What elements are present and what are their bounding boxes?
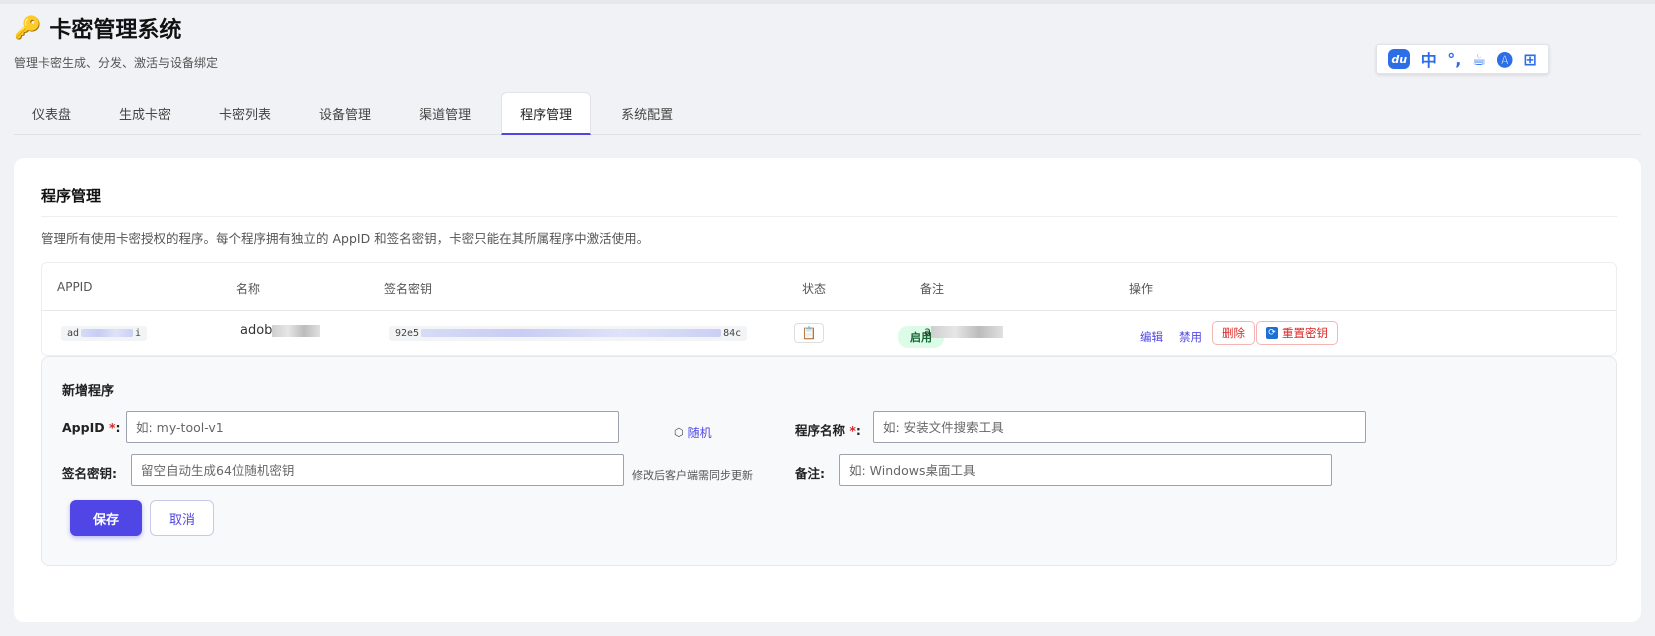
sign-key-input[interactable]: [131, 454, 624, 486]
app-header: 🔑 卡密管理系统 管理卡密生成、分发、激活与设备绑定: [14, 12, 218, 71]
ime-grid-icon[interactable]: ⊞: [1523, 50, 1536, 69]
column-header-appid: APPID: [57, 280, 93, 294]
ime-cup-icon[interactable]: ☕: [1472, 50, 1486, 69]
section-description: 管理所有使用卡密授权的程序。每个程序拥有独立的 AppID 和签名密钥，卡密只能…: [41, 231, 650, 246]
app-title: 🔑 卡密管理系统: [14, 12, 218, 44]
redacted-note: [931, 325, 1004, 338]
appid-code: ad i: [61, 326, 148, 341]
sign-key-label: 签名密钥:: [62, 466, 117, 481]
baidu-ime-logo-icon[interactable]: du: [1388, 49, 1411, 69]
sign-key-code: 92e5 84c: [389, 326, 748, 341]
appid-label: AppID *:: [62, 420, 121, 435]
top-border: [0, 0, 1655, 4]
section-divider: [41, 216, 1617, 217]
note-label: 备注:: [795, 466, 825, 481]
key-icon: 🔑: [14, 15, 42, 41]
tab-program-management[interactable]: 程序管理: [501, 92, 592, 135]
save-button[interactable]: 保存: [70, 500, 142, 536]
tab-system-config[interactable]: 系统配置: [603, 92, 691, 135]
column-header-actions: 操作: [1129, 282, 1154, 296]
form-title: 新增程序: [62, 384, 115, 399]
redacted-name: [272, 324, 321, 337]
random-label: 随机: [687, 426, 712, 440]
column-header-note: 备注: [920, 282, 945, 296]
cancel-button[interactable]: 取消: [150, 500, 214, 536]
program-name-input[interactable]: [873, 411, 1366, 443]
clipboard-icon: 📋: [801, 326, 817, 340]
name-cell: adob: [240, 323, 321, 338]
tab-card-list[interactable]: 卡密列表: [201, 92, 289, 135]
appid-cell: ad i: [61, 325, 148, 341]
tab-device-management[interactable]: 设备管理: [301, 92, 389, 135]
ime-punctuation-icon[interactable]: °,: [1447, 50, 1461, 69]
section-title: 程序管理: [41, 187, 102, 205]
delete-button[interactable]: 删除: [1212, 321, 1255, 345]
app-title-text: 卡密管理系统: [49, 18, 182, 43]
note-cell: a: [924, 324, 1004, 338]
redacted-key: [421, 329, 722, 337]
appid-input[interactable]: [126, 411, 619, 443]
note-input[interactable]: [839, 454, 1332, 486]
main-tabs: 仪表盘 生成卡密 卡密列表 设备管理 渠道管理 程序管理 系统配置: [14, 92, 1641, 135]
redacted-appid: [81, 329, 134, 337]
column-header-sign-key: 签名密钥: [384, 282, 433, 296]
app-subtitle: 管理卡密生成、分发、激活与设备绑定: [14, 56, 219, 70]
ime-toolbar[interactable]: du 中 °, ☕ 🅐 ⊞: [1376, 44, 1549, 74]
programs-table: APPID 名称 签名密钥 状态 备注 操作 ad i adob 92e5 84c …: [41, 262, 1617, 356]
program-management-card: 程序管理 管理所有使用卡密授权的程序。每个程序拥有独立的 AppID 和签名密钥…: [14, 158, 1641, 622]
random-appid-button[interactable]: ⬡ 随机: [674, 424, 712, 441]
edit-button[interactable]: 编辑: [1140, 329, 1163, 345]
reset-key-button[interactable]: ⟳ 重置密钥: [1256, 321, 1338, 345]
column-header-name: 名称: [236, 282, 261, 296]
ime-chinese-mode-icon[interactable]: 中: [1421, 47, 1437, 71]
ime-skin-icon[interactable]: 🅐: [1497, 47, 1513, 71]
column-header-status: 状态: [802, 282, 827, 296]
copy-key-button[interactable]: 📋: [794, 323, 824, 343]
delete-label: 删除: [1222, 326, 1245, 340]
program-name-label: 程序名称 *:: [795, 423, 861, 438]
reset-key-label: 重置密钥: [1282, 326, 1328, 340]
sign-key-cell: 92e5 84c: [389, 325, 748, 341]
sign-key-hint: 修改后客户端需同步更新: [632, 469, 753, 482]
dice-icon: ⬡: [674, 426, 684, 439]
tab-dashboard[interactable]: 仪表盘: [14, 92, 89, 135]
tab-generate-cards[interactable]: 生成卡密: [101, 92, 189, 135]
tab-channel-management[interactable]: 渠道管理: [401, 92, 489, 135]
add-program-form: 新增程序 AppID *: ⬡随机 程序名称 *: 签名密钥: 修改后客户端需同…: [41, 356, 1617, 566]
table-header: APPID 名称 签名密钥 状态 备注 操作: [42, 263, 1616, 311]
refresh-icon: ⟳: [1266, 327, 1278, 339]
disable-button[interactable]: 禁用: [1179, 329, 1202, 345]
